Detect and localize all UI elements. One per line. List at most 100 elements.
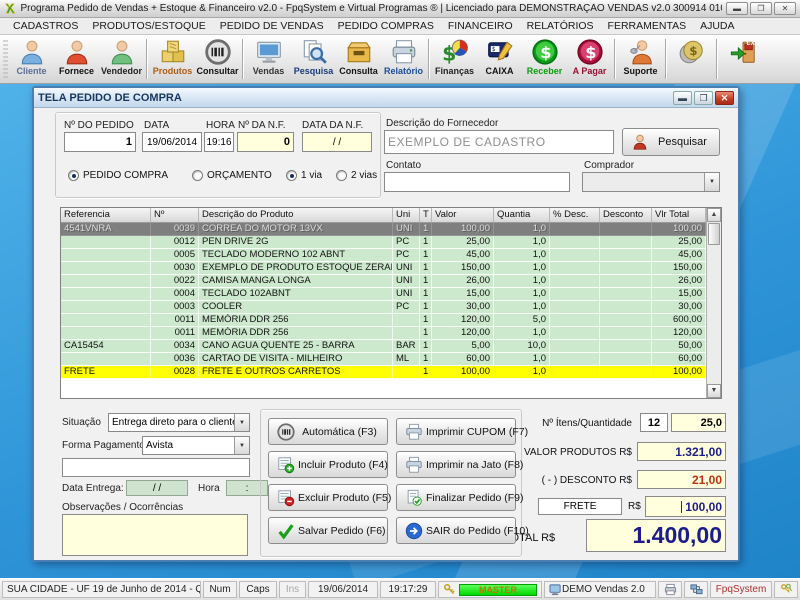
table-row[interactable]: 0036CARTAO DE VISITA - MILHEIROML160,001… — [61, 353, 706, 366]
supplier-desc-field[interactable]: EXEMPLO DE CADASTRO — [384, 130, 614, 154]
toolbar-produtos-button[interactable]: Produtos — [150, 36, 195, 82]
status-network[interactable] — [684, 581, 708, 598]
toolbar-suporte-button[interactable]: Suporte — [618, 36, 663, 82]
window-minimize-button[interactable]: ▬ — [726, 2, 748, 15]
invoice-date-field[interactable]: / / — [302, 132, 372, 152]
toolbar-label: Fornece — [59, 66, 94, 76]
order-number-field[interactable]: 1 — [64, 132, 136, 152]
delivery-date-field[interactable]: / / — [126, 480, 188, 496]
column-header-valor[interactable]: Valor — [432, 208, 494, 222]
contact-field[interactable] — [384, 172, 570, 192]
table-row[interactable]: 0003COOLERPC130,001,030,00 — [61, 301, 706, 314]
exit-arrow-icon — [404, 522, 424, 540]
payment-select[interactable]: Avista ▼ — [142, 436, 250, 455]
table-header-row: ReferenciaNºDescrição do ProdutoUniTValo… — [61, 208, 706, 223]
table-scrollbar[interactable]: ▲ ▼ — [706, 208, 721, 398]
column-header-quantia[interactable]: Quantia — [494, 208, 550, 222]
column-header-vlr-total[interactable]: Vlr Total — [652, 208, 706, 222]
menu-pedido-compras[interactable]: PEDIDO COMPRAS — [331, 19, 441, 33]
column-header-t[interactable]: T — [420, 208, 432, 222]
table-row[interactable]: 0030EXEMPLO DE PRODUTO ESTOQUE ZERADOUNI… — [61, 262, 706, 275]
menu-cadastros[interactable]: CADASTROS — [6, 19, 85, 33]
observations-textarea[interactable] — [62, 514, 248, 556]
dialog-minimize-button[interactable]: ▬ — [673, 91, 692, 105]
menu-ajuda[interactable]: AJUDA — [693, 19, 741, 33]
menu-produtos-estoque[interactable]: PRODUTOS/ESTOQUE — [85, 19, 212, 33]
table-row[interactable]: 0005TECLADO MODERNO 102 ABNTPC145,001,04… — [61, 249, 706, 262]
toolbar-fornece-button[interactable]: Fornece — [54, 36, 99, 82]
dialog-maximize-button[interactable]: ❐ — [694, 91, 713, 105]
toolbar-coin-icon-button[interactable]: $ — [669, 36, 714, 82]
payment-detail-field[interactable] — [62, 458, 250, 477]
toolbar-caixa-button[interactable]: $CAIXA — [477, 36, 522, 82]
finalizar-pedido-f9-button[interactable]: Finalizar Pedido (F9) — [396, 484, 516, 511]
toolbar-vendas-button[interactable]: Vendas — [246, 36, 291, 82]
table-cell: 100,00 — [652, 366, 706, 379]
table-row[interactable]: 0004TECLADO 102ABNTUNI115,001,015,00 — [61, 288, 706, 301]
search-supplier-button[interactable]: Pesquisar — [622, 128, 720, 156]
scroll-down-icon[interactable]: ▼ — [707, 384, 721, 398]
table-row[interactable]: 0011MEMÓRIA DDR 2561120,001,0120,00 — [61, 327, 706, 340]
table-row[interactable]: 4541VNRA0039CORREA DO MOTOR 13VXUNI1100,… — [61, 223, 706, 236]
order-time-field[interactable]: 19:16 — [204, 132, 234, 152]
person-seller-icon — [108, 38, 136, 66]
column-header-uni[interactable]: Uni — [393, 208, 420, 222]
toolbar-financ-as-button[interactable]: $Finanças — [432, 36, 477, 82]
table-cell: 1 — [420, 327, 432, 340]
order-date-field[interactable]: 19/06/2014 — [142, 132, 202, 152]
menu-relato-rios[interactable]: RELATÓRIOS — [520, 19, 601, 33]
menu-ferramentas[interactable]: FERRAMENTAS — [601, 19, 694, 33]
table-row[interactable]: 0012PEN DRIVE 2GPC125,001,025,00 — [61, 236, 706, 249]
toolbar-consulta-button[interactable]: Consulta — [336, 36, 381, 82]
toolbar-consultar-button[interactable]: Consultar — [195, 36, 240, 82]
table-cell: MEMÓRIA DDR 256 — [199, 314, 393, 327]
column-header-desconto[interactable]: Desconto — [600, 208, 652, 222]
toolbar-pesquisa-button[interactable]: Pesquisa — [291, 36, 336, 82]
status-keys[interactable] — [774, 581, 798, 598]
incluir-produto-f4-button[interactable]: Incluir Produto (F4) — [268, 451, 388, 478]
menu-pedido-de-vendas[interactable]: PEDIDO DE VENDAS — [213, 19, 331, 33]
column-header-desc[interactable]: % Desc. — [550, 208, 600, 222]
svg-text:$: $ — [585, 43, 596, 62]
table-row[interactable]: 0022CAMISA MANGA LONGAUNI126,001,026,00 — [61, 275, 706, 288]
excluir-produto-f5-button[interactable]: Excluir Produto (F5) — [268, 484, 388, 511]
window-restore-button[interactable]: ❐ — [750, 2, 772, 15]
column-header-n[interactable]: Nº — [151, 208, 199, 222]
person-supplier-icon — [63, 38, 91, 66]
freight-value-field[interactable]: 100,00 — [645, 496, 726, 517]
toolbar-a-pagar-button[interactable]: $A Pagar — [567, 36, 612, 82]
toolbar-receber-button[interactable]: $Receber — [522, 36, 567, 82]
table-row[interactable]: 0011MEMÓRIA DDR 2561120,005,0600,00 — [61, 314, 706, 327]
buyer-select[interactable]: ▼ — [582, 172, 720, 192]
radio-orcamento[interactable]: ORÇAMENTO — [192, 170, 272, 181]
sair-do-pedido-f10-button[interactable]: SAIR do Pedido (F10) — [396, 517, 516, 544]
table-row[interactable]: FRETE0028FRETE E OUTROS CARRETOS1100,001… — [61, 366, 706, 379]
dialog-close-button[interactable]: ✕ — [715, 91, 734, 105]
toolbar-vendedor-button[interactable]: Vendedor — [99, 36, 144, 82]
imprimir-cupom-f7-button[interactable]: Imprimir CUPOM (F7) — [396, 418, 516, 445]
radio-pedido-compra[interactable]: PEDIDO COMPRA — [68, 170, 168, 181]
column-header-referencia[interactable]: Referencia — [61, 208, 151, 222]
scroll-up-icon[interactable]: ▲ — [707, 208, 721, 222]
scrollbar-thumb[interactable] — [708, 223, 720, 245]
radio-2-vias[interactable]: 2 vias — [336, 170, 377, 181]
salvar-pedido-f6-button[interactable]: Salvar Pedido (F6) — [268, 517, 388, 544]
toolbar-separator — [665, 39, 667, 79]
imprimir-na-jato-f8-button[interactable]: Imprimir na Jato (F8) — [396, 451, 516, 478]
invoice-number-field[interactable]: 0 — [237, 132, 294, 152]
toolbar-relato-rio-button[interactable]: Relatório — [381, 36, 426, 82]
app-logo-icon — [4, 2, 16, 15]
freight-box[interactable]: FRETE — [538, 498, 622, 515]
situation-select[interactable]: Entrega direto para o cliente ▼ — [108, 413, 250, 432]
window-close-button[interactable]: ✕ — [774, 2, 796, 15]
menu-financeiro[interactable]: FINANCEIRO — [441, 19, 520, 33]
column-header-descric-a-o-do-produto[interactable]: Descrição do Produto — [199, 208, 393, 222]
radio-1-via[interactable]: 1 via — [286, 170, 322, 181]
table-row[interactable]: CA154540034CANO AGUA QUENTE 25 - BARRABA… — [61, 340, 706, 353]
automa-tica-f3-button[interactable]: Automática (F3) — [268, 418, 388, 445]
toolbar-cliente-button[interactable]: Cliente — [9, 36, 54, 82]
table-cell — [600, 249, 652, 262]
status-printer[interactable] — [658, 581, 682, 598]
dialog-title-bar[interactable]: TELA PEDIDO DE COMPRA ▬ ❐ ✕ — [34, 88, 738, 108]
toolbar-exit-button[interactable]: EXIT — [720, 36, 765, 82]
